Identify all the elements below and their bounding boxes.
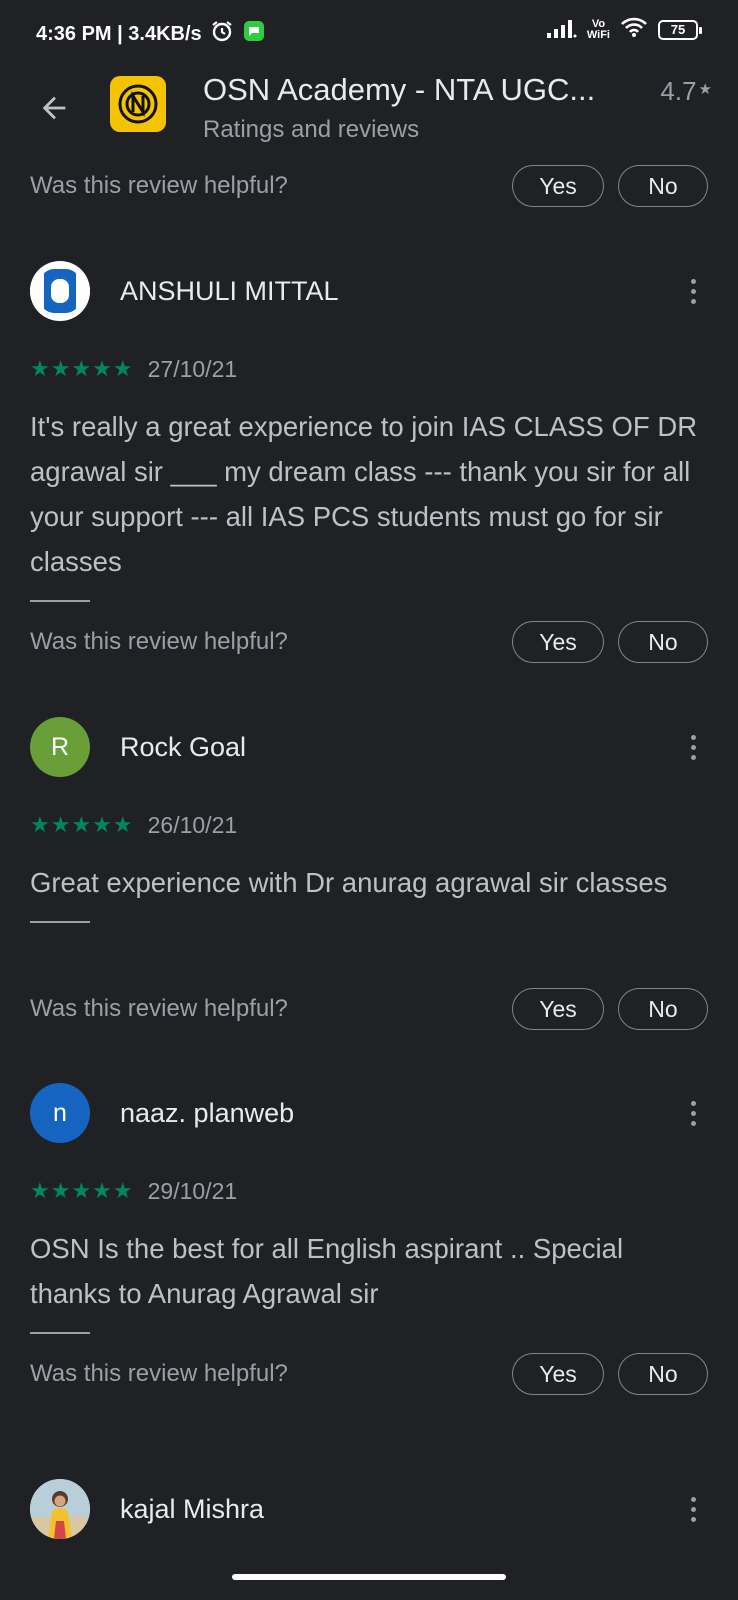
review-text: It's really a great experience to join I… (30, 411, 698, 577)
app-title: OSN Academy - NTA UGC... (203, 72, 596, 107)
yes-button[interactable]: Yes (512, 621, 604, 663)
helpful-row: Was this review helpful? Yes No (30, 1352, 708, 1396)
app-rating: 4.7 ★ (660, 76, 712, 107)
osn-logo-icon (118, 84, 158, 124)
review-meta: ★★★★★ 27/10/21 (30, 354, 708, 384)
divider (30, 1332, 90, 1334)
divider (30, 921, 90, 923)
message-icon (242, 19, 266, 49)
avatar-photo-icon (30, 1479, 90, 1539)
reviewer-header: kajal Mishra (30, 1478, 708, 1540)
reviewer-header: R Rock Goal (30, 716, 708, 778)
more-options-button[interactable] (678, 727, 708, 767)
review-date: 29/10/21 (147, 1177, 238, 1204)
helpful-question: Was this review helpful? (30, 172, 288, 199)
yes-button[interactable]: Yes (512, 988, 604, 1030)
wifi-icon (620, 16, 648, 43)
helpful-row: Was this review helpful? Yes No (30, 164, 708, 208)
status-left: 4:36 PM | 3.4KB/s (36, 19, 266, 49)
avatar: n (30, 1083, 90, 1143)
yes-button[interactable]: Yes (512, 1353, 604, 1395)
review-date: 27/10/21 (147, 355, 238, 382)
no-button[interactable]: No (618, 1353, 708, 1395)
vowifi-indicator: Vo WiFi (586, 18, 610, 41)
signal-icon (546, 16, 577, 43)
battery-level: 75 (670, 22, 686, 37)
review-text: OSN Is the best for all English aspirant… (30, 1233, 624, 1309)
review-date: 26/10/21 (147, 811, 238, 838)
avatar (30, 1479, 90, 1539)
more-options-button[interactable] (678, 1093, 708, 1133)
reviewer-name: ANSHULI MITTAL (120, 275, 339, 306)
helpful-row: Was this review helpful? Yes No (30, 620, 708, 664)
back-button[interactable] (30, 84, 78, 132)
star-rating: ★★★★★ (30, 356, 134, 381)
review-meta: ★★★★★ 29/10/21 (30, 1176, 708, 1206)
review-card: R Rock Goal ★★★★★ 26/10/21 Great experie… (30, 716, 708, 923)
helpful-question: Was this review helpful? (30, 995, 288, 1022)
reviewer-header: ANSHULI MITTAL (30, 260, 708, 322)
alarm-icon (210, 19, 234, 49)
reviewer-name: naaz. planweb (120, 1097, 295, 1128)
app-logo (110, 76, 166, 132)
rating-value: 4.7 (660, 76, 697, 106)
star-rating: ★★★★★ (30, 1178, 134, 1203)
home-indicator[interactable] (232, 1574, 506, 1580)
battery-icon: 75 (658, 19, 702, 40)
review-text: Great experience with Dr anurag agrawal … (30, 867, 668, 898)
no-button[interactable]: No (618, 165, 708, 207)
more-options-button[interactable] (678, 271, 708, 311)
helpful-question: Was this review helpful? (30, 1360, 288, 1387)
star-icon: ★ (698, 81, 712, 98)
avatar-logo-icon (30, 261, 90, 321)
status-time-speed: 4:36 PM | 3.4KB/s (36, 22, 202, 45)
helpful-question: Was this review helpful? (30, 628, 288, 655)
review-meta: ★★★★★ 26/10/21 (30, 810, 708, 840)
review-card: ANSHULI MITTAL ★★★★★ 27/10/21 It's reall… (30, 260, 708, 602)
yes-button[interactable]: Yes (512, 165, 604, 207)
helpful-row: Was this review helpful? Yes No (30, 987, 708, 1031)
review-card: n naaz. planweb ★★★★★ 29/10/21 OSN Is th… (30, 1082, 708, 1334)
wifi-label: WiFi (586, 28, 610, 41)
arrow-back-icon (42, 96, 66, 120)
avatar: R (30, 717, 90, 777)
review-card: kajal Mishra (30, 1478, 708, 1540)
star-rating: ★★★★★ (30, 812, 134, 837)
no-button[interactable]: No (618, 621, 708, 663)
more-options-button[interactable] (678, 1489, 708, 1529)
reviewer-name: Rock Goal (120, 731, 247, 762)
reviewer-header: n naaz. planweb (30, 1082, 708, 1144)
reviewer-name: kajal Mishra (120, 1493, 265, 1524)
status-right: Vo WiFi 75 (546, 16, 702, 43)
divider (30, 600, 90, 602)
status-bar: 4:36 PM | 3.4KB/s Vo WiFi 75 (0, 0, 738, 62)
no-button[interactable]: No (618, 988, 708, 1030)
app-bar: OSN Academy - NTA UGC... Ratings and rev… (0, 62, 738, 162)
avatar (30, 261, 90, 321)
page-subtitle: Ratings and reviews (203, 116, 420, 143)
